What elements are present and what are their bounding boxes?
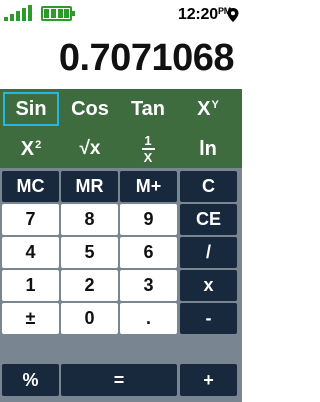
square-base-label: X: [20, 137, 35, 160]
square-button[interactable]: X2: [3, 132, 59, 166]
key-label: .: [145, 308, 151, 328]
key-label: 3: [143, 275, 154, 295]
key-label: +: [203, 369, 214, 390]
multiply-button[interactable]: x: [180, 270, 237, 301]
add-button[interactable]: +: [180, 364, 237, 396]
negate-button[interactable]: ±: [2, 303, 59, 334]
key-label: %: [22, 369, 39, 390]
battery-icon: [41, 6, 75, 21]
digit-8-button[interactable]: 8: [61, 204, 118, 235]
result-display: 0.7071068: [0, 29, 242, 89]
key-label: x: [203, 275, 214, 295]
ln-label: ln: [199, 137, 217, 160]
power-exp-label: Y: [211, 99, 219, 111]
clear-label: C: [202, 176, 215, 196]
key-label: CE: [195, 209, 221, 229]
key-label: 6: [143, 242, 154, 262]
reciprocal-numerator: 1: [144, 133, 152, 148]
status-bar: 12:20PM: [0, 0, 242, 29]
function-row-trig: Sin Cos Tan XY: [0, 89, 242, 129]
clear-entry-button[interactable]: CE: [180, 204, 237, 235]
function-row-misc: X2 √x 1 X ln: [0, 129, 242, 168]
digit-4-button[interactable]: 4: [2, 237, 59, 268]
sin-button[interactable]: Sin: [3, 92, 59, 126]
digit-1-button[interactable]: 1: [2, 270, 59, 301]
mr-button[interactable]: MR: [61, 171, 118, 202]
power-button[interactable]: XY: [180, 92, 236, 126]
subtract-button[interactable]: -: [180, 303, 237, 334]
key-label: 9: [143, 209, 154, 229]
tan-button[interactable]: Tan: [120, 92, 176, 126]
clear-button[interactable]: C: [180, 171, 237, 202]
key-label: 4: [25, 242, 36, 262]
power-base-label: X: [197, 97, 211, 120]
cos-label: Cos: [71, 97, 109, 120]
reciprocal-fraction: 1 X: [141, 133, 155, 165]
sqrt-label: √x: [79, 138, 101, 159]
key-label: 1: [25, 275, 36, 295]
digit-0-button[interactable]: 0: [61, 303, 118, 334]
decimal-button[interactable]: .: [120, 303, 177, 334]
key-label: 2: [84, 275, 95, 295]
sqrt-button[interactable]: √x: [62, 132, 118, 166]
mc-button[interactable]: MC: [2, 171, 59, 202]
key-label: =: [113, 369, 125, 390]
square-exp-label: 2: [35, 139, 42, 151]
tan-label: Tan: [130, 97, 166, 120]
signal-bars-icon: [4, 5, 34, 21]
key-label: ±: [25, 308, 36, 328]
clock-time: 12:20: [178, 6, 218, 23]
reciprocal-button[interactable]: 1 X: [120, 132, 176, 166]
keypad: MC MR M+ C 7 8 9 CE 4 5 6 / 1 2 3 x ± 0 …: [0, 168, 242, 402]
key-label: 5: [84, 242, 95, 262]
divide-button[interactable]: /: [180, 237, 237, 268]
key-label: /: [205, 242, 211, 262]
cos-button[interactable]: Cos: [62, 92, 118, 126]
digit-7-button[interactable]: 7: [2, 204, 59, 235]
sin-label: Sin: [15, 97, 47, 120]
m-plus-button[interactable]: M+: [120, 171, 177, 202]
mr-label: MR: [75, 176, 104, 196]
digit-9-button[interactable]: 9: [120, 204, 177, 235]
key-label: 0: [84, 308, 95, 328]
key-label: -: [205, 308, 212, 328]
clock: 12:20PM: [178, 6, 231, 24]
m-plus-label: M+: [135, 176, 162, 196]
percent-button[interactable]: %: [2, 364, 59, 396]
digit-3-button[interactable]: 3: [120, 270, 177, 301]
gps-pin-icon: [227, 8, 239, 22]
key-label: 7: [25, 209, 36, 229]
ln-button[interactable]: ln: [180, 132, 236, 166]
reciprocal-denominator: X: [143, 150, 153, 165]
digit-2-button[interactable]: 2: [61, 270, 118, 301]
equals-button[interactable]: =: [61, 364, 177, 396]
digit-5-button[interactable]: 5: [61, 237, 118, 268]
digit-6-button[interactable]: 6: [120, 237, 177, 268]
mc-label: MC: [16, 176, 45, 196]
key-label: 8: [84, 209, 95, 229]
display-value: 0.7071068: [58, 37, 235, 79]
